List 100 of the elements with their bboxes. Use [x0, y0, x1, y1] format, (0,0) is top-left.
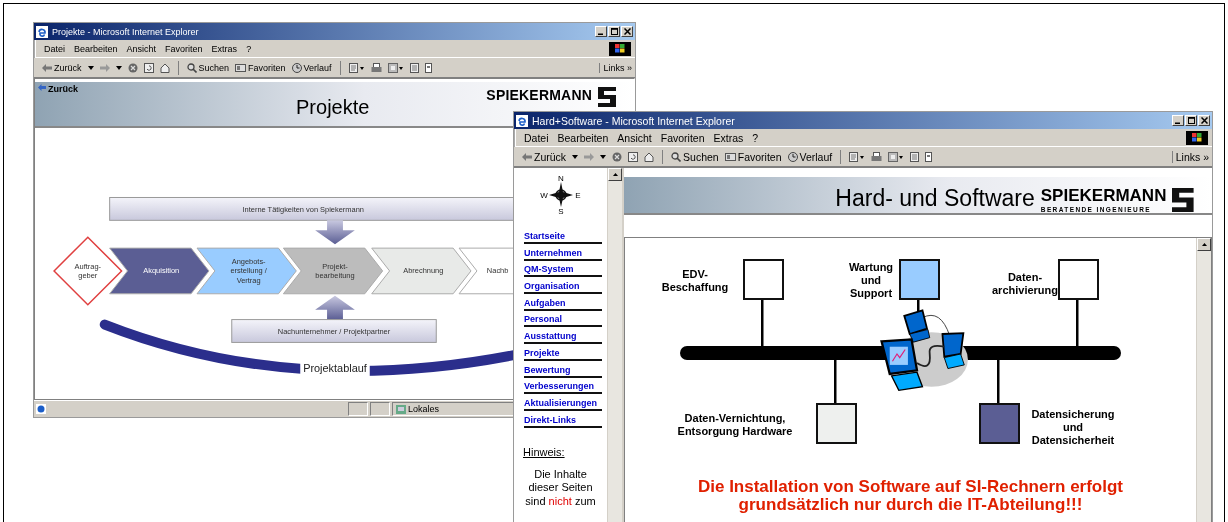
toolbar-button[interactable]: Favoriten	[724, 150, 782, 163]
menu-item[interactable]: Datei	[44, 43, 65, 54]
toolbar-button[interactable]: Suchen	[671, 150, 719, 163]
menu-item[interactable]: Favoriten	[165, 43, 203, 54]
up-arrow-icon	[315, 295, 355, 320]
minimize-button[interactable]	[595, 26, 607, 37]
caret-icon	[87, 65, 94, 70]
logo-mark-icon	[1172, 187, 1194, 212]
connector-line	[997, 358, 1000, 404]
nav-link[interactable]: Startseite	[524, 230, 602, 244]
down-arrow-icon	[315, 220, 355, 245]
toolbar-button[interactable]: Zurück	[522, 150, 567, 163]
nav-link[interactable]: Projekte	[524, 346, 602, 361]
menu-item[interactable]: Bearbeiten	[74, 43, 118, 54]
connector-line	[834, 358, 837, 404]
back-arrow-icon	[522, 152, 532, 161]
links-button[interactable]: Links »	[1171, 150, 1212, 163]
page-icon	[925, 151, 933, 162]
toolbar-button[interactable]	[424, 62, 432, 73]
node-label: Daten- archivierung	[991, 271, 1059, 297]
nav-link[interactable]: Personal	[524, 313, 602, 328]
maximize-button[interactable]	[608, 26, 620, 37]
toolbar-button[interactable]: Favoriten	[235, 62, 286, 73]
toolbar-button[interactable]	[910, 151, 920, 162]
back-arrow-icon	[42, 63, 52, 72]
connector-line	[1076, 298, 1079, 348]
caret-icon	[600, 154, 607, 159]
close-button[interactable]	[1198, 115, 1210, 126]
nav-link[interactable]: Direkt-Links	[524, 413, 602, 428]
toolbar-button[interactable]: Verlauf	[787, 150, 833, 163]
scroll-up-icon	[1201, 243, 1207, 246]
nav-link[interactable]: Aufgaben	[524, 296, 602, 311]
menu-item[interactable]: Favoriten	[660, 131, 705, 144]
document-icon	[409, 62, 419, 73]
toolbar-button[interactable]	[612, 151, 623, 162]
menu-item[interactable]: Bearbeiten	[557, 131, 609, 144]
toolbar-button[interactable]	[628, 151, 639, 162]
maximize-button[interactable]	[1185, 115, 1197, 126]
back-link[interactable]: Zurück	[35, 82, 81, 98]
menu-item[interactable]: Datei	[524, 131, 549, 144]
toolbar-button[interactable]: Verlauf	[291, 62, 332, 73]
window-title: Hard+Software - Microsoft Internet Explorer	[532, 114, 736, 127]
close-button[interactable]	[621, 26, 633, 37]
forward-arrow-icon	[99, 63, 110, 72]
nav-link[interactable]: Ausstattung	[524, 330, 602, 345]
menu-item[interactable]: Extras	[713, 131, 744, 144]
menu-item[interactable]: ?	[752, 131, 759, 144]
toolbar-button[interactable]: Zurück	[42, 62, 82, 73]
folder-icon	[235, 63, 247, 72]
toolbar-button[interactable]	[370, 62, 382, 73]
scrollbar[interactable]	[1196, 238, 1211, 522]
maximize-icon	[1187, 117, 1195, 124]
browser-icon	[36, 25, 48, 38]
toolbar-button[interactable]	[644, 151, 655, 162]
links-button[interactable]: Links »	[599, 62, 635, 73]
node-label: EDV- Beschaffung	[660, 268, 730, 294]
toolbar-button[interactable]	[348, 62, 365, 73]
zone-icon	[396, 404, 406, 414]
nav-link[interactable]: Bewertung	[524, 363, 602, 378]
document-icon	[910, 151, 920, 162]
toolbar-button[interactable]	[143, 62, 154, 73]
menu-item[interactable]: Extras	[211, 43, 238, 54]
mail-icon	[348, 62, 365, 73]
toolbar-button[interactable]	[925, 151, 933, 162]
nav-link[interactable]: Organisation	[524, 280, 602, 295]
stop-icon	[127, 62, 138, 73]
home-icon	[159, 62, 170, 73]
maximize-icon	[610, 28, 618, 35]
hint-text: Die Inhalte dieser Seiten sind nicht zum	[524, 467, 597, 509]
nav-link[interactable]: Aktualisierungen	[524, 396, 602, 411]
logo-mark-icon	[598, 87, 616, 107]
page-title: Hard- und Software	[835, 185, 1035, 213]
toolbar-button[interactable]: Suchen	[186, 62, 230, 73]
toolbar-button[interactable]	[127, 62, 138, 73]
toolbar-button[interactable]	[409, 62, 419, 73]
page-title: Projekte	[296, 94, 370, 119]
toolbar-button[interactable]	[888, 151, 905, 162]
menu-item[interactable]: ?	[246, 43, 252, 54]
company-logo: SPIEKERMANN	[486, 87, 592, 103]
minimize-button[interactable]	[1172, 115, 1184, 126]
folder-icon	[724, 152, 736, 161]
globe-icon	[787, 151, 798, 162]
globe-icon	[291, 62, 302, 73]
nav-link[interactable]: Verbesserungen	[524, 380, 602, 395]
page-icon	[424, 62, 432, 73]
node-label: Daten-Vernichtung, Entsorgung Hardware	[676, 412, 794, 438]
nav-link[interactable]: Unternehmen	[524, 246, 602, 261]
nav-link[interactable]: QM-System	[524, 263, 602, 278]
toolbar-button[interactable]	[159, 62, 170, 73]
toolbar-button[interactable]	[387, 62, 404, 73]
toolbar-button[interactable]	[871, 151, 883, 162]
toolbar-button[interactable]	[849, 151, 866, 162]
refresh-icon	[628, 151, 639, 162]
window-title: Projekte - Microsoft Internet Explorer	[52, 26, 200, 37]
caret-icon	[572, 154, 579, 159]
menu-item[interactable]: Ansicht	[126, 43, 157, 54]
page-icon	[36, 404, 46, 414]
menu-item[interactable]: Ansicht	[617, 131, 652, 144]
scrollbar[interactable]	[607, 168, 622, 522]
search-icon	[186, 62, 197, 73]
